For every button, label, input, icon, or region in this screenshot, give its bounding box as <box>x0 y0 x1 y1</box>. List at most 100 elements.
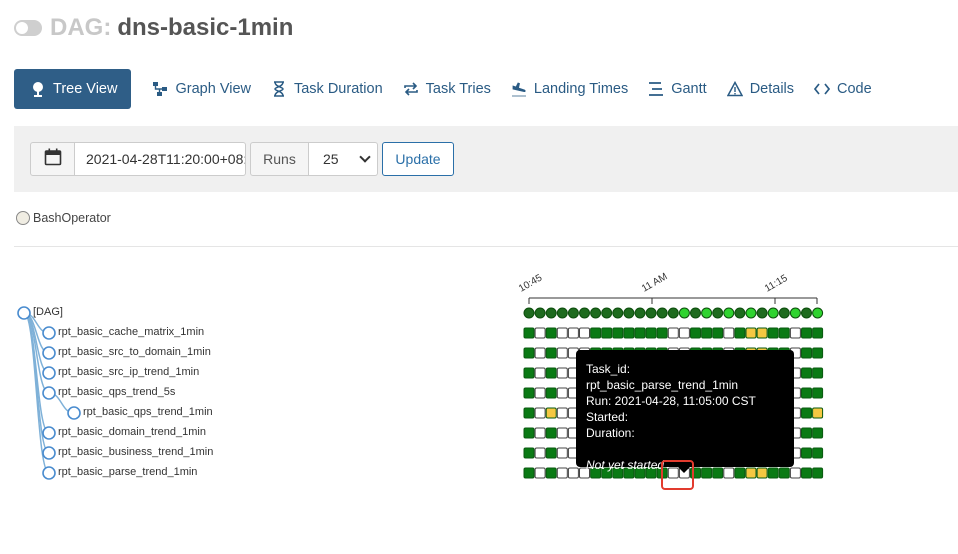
task-node <box>42 386 56 400</box>
task-instance-square <box>812 467 824 479</box>
task-instance-square <box>567 467 579 479</box>
task-instance-square <box>645 327 657 339</box>
task-instance-square <box>656 327 668 339</box>
task-instance-square <box>812 407 824 419</box>
dag-run-circle <box>590 307 602 319</box>
task-instance-square <box>567 327 579 339</box>
dag-run-circle <box>645 307 657 319</box>
task-instance-square <box>523 407 535 419</box>
task-label[interactable]: rpt_basic_domain_trend_1min <box>58 426 206 438</box>
task-label[interactable]: rpt_basic_qps_trend_1min <box>83 406 213 418</box>
dag-run-circle <box>801 307 812 319</box>
task-instance-square <box>812 347 824 359</box>
task-instance-square <box>812 367 824 379</box>
dag-run-circle <box>579 307 590 319</box>
task-instance-square <box>801 427 812 439</box>
task-instance-square <box>523 387 535 399</box>
task-instance-square <box>579 327 590 339</box>
dag-run-circle <box>701 307 713 319</box>
dag-run-circle <box>634 307 646 319</box>
task-instance-square <box>634 327 646 339</box>
task-instance-tooltip: Task_id: rpt_basic_parse_trend_1min Run:… <box>576 350 794 473</box>
dag-run-circle <box>734 307 746 319</box>
task-instance-square <box>534 327 546 339</box>
dag-run-circle <box>567 307 579 319</box>
task-label[interactable]: rpt_basic_cache_matrix_1min <box>58 326 204 338</box>
task-instance-square <box>812 427 824 439</box>
task-instance-square <box>534 367 546 379</box>
task-instance-square <box>556 427 568 439</box>
task-node <box>17 306 31 320</box>
task-instance-square <box>545 327 557 339</box>
task-instance-square <box>801 447 812 459</box>
task-instance-square <box>723 327 735 339</box>
task-instance-square <box>812 327 824 339</box>
dag-run-circle <box>723 307 735 319</box>
task-instance-square <box>801 467 812 479</box>
task-instance-square <box>612 327 624 339</box>
task-instance-square <box>556 447 568 459</box>
dag-run-circle <box>712 307 724 319</box>
dag-root-label[interactable]: [DAG] <box>33 306 63 318</box>
time-tick-label: 11:15 <box>763 273 790 295</box>
task-instance-square <box>801 347 812 359</box>
task-instance-square <box>523 427 535 439</box>
task-instance-square <box>556 327 568 339</box>
task-instance-square <box>545 387 557 399</box>
dag-run-circle <box>612 307 624 319</box>
task-label[interactable]: rpt_basic_src_to_domain_1min <box>58 346 211 358</box>
task-instance-square <box>534 427 546 439</box>
task-instance-square <box>789 467 801 479</box>
dag-run-circle <box>523 307 535 319</box>
dag-run-circle <box>534 307 546 319</box>
task-instance-square <box>556 407 568 419</box>
dag-run-circle <box>690 307 701 319</box>
task-instance-square <box>534 407 546 419</box>
task-node <box>42 426 56 440</box>
dag-run-circle <box>545 307 557 319</box>
time-tick-label: 11 AM <box>640 271 669 294</box>
task-instance-square <box>545 407 557 419</box>
dag-run-circle <box>767 307 779 319</box>
task-instance-square <box>556 387 568 399</box>
task-instance-square <box>667 327 679 339</box>
task-instance-square <box>523 327 535 339</box>
task-instance-square <box>756 327 768 339</box>
task-label[interactable]: rpt_basic_qps_trend_5s <box>58 386 175 398</box>
dag-run-circle <box>601 307 613 319</box>
task-instance-square <box>734 327 746 339</box>
tooltip-run: Run: 2021-04-28, 11:05:00 CST <box>586 394 756 408</box>
dag-run-circle <box>745 307 757 319</box>
task-node <box>42 326 56 340</box>
task-instance-square <box>523 347 535 359</box>
task-instance-square <box>712 327 724 339</box>
selected-task-highlight <box>661 460 694 490</box>
task-instance-square <box>534 467 546 479</box>
dag-run-circle <box>812 307 824 319</box>
task-instance-square <box>801 407 812 419</box>
task-instance-square <box>623 327 635 339</box>
task-node <box>42 466 56 480</box>
task-instance-square <box>801 327 812 339</box>
dag-run-circle <box>623 307 635 319</box>
task-instance-square <box>523 447 535 459</box>
task-instance-square <box>523 467 535 479</box>
task-label[interactable]: rpt_basic_parse_trend_1min <box>58 466 197 478</box>
task-label[interactable]: rpt_basic_src_ip_trend_1min <box>58 366 199 378</box>
dag-run-circle <box>678 307 690 319</box>
dag-run-circle <box>789 307 801 319</box>
task-instance-square <box>801 387 812 399</box>
task-instance-square <box>801 367 812 379</box>
task-instance-square <box>601 327 613 339</box>
time-tick-label: 10:45 <box>517 272 545 294</box>
task-instance-square <box>678 327 690 339</box>
task-instance-square <box>590 327 602 339</box>
task-instance-square <box>545 467 557 479</box>
task-instance-square <box>534 447 546 459</box>
task-instance-square <box>789 327 801 339</box>
task-instance-square <box>545 447 557 459</box>
tooltip-started: Started: <box>586 410 629 424</box>
task-instance-square <box>556 347 568 359</box>
task-instance-square <box>534 347 546 359</box>
task-label[interactable]: rpt_basic_business_trend_1min <box>58 446 213 458</box>
